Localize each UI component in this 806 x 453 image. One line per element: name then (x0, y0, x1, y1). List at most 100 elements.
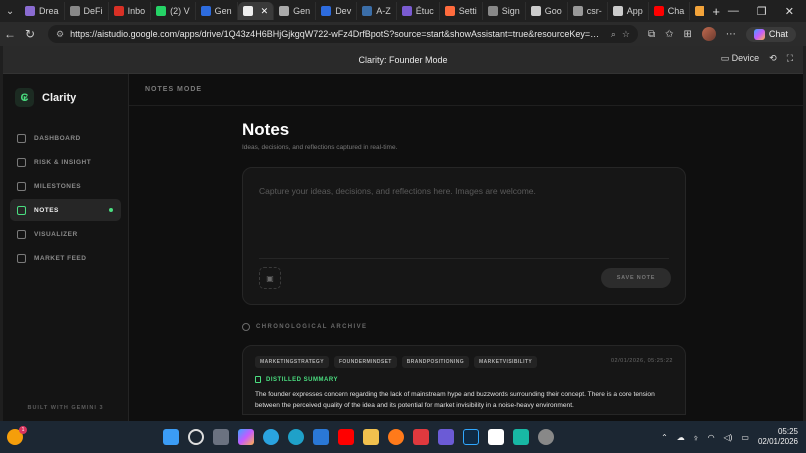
collections-icon[interactable]: ⊞ (684, 29, 692, 40)
wps-icon[interactable] (413, 429, 429, 445)
tab-favicon-icon (242, 6, 253, 16)
tab-label: Inbo (127, 6, 146, 16)
notepad-icon[interactable] (513, 429, 529, 445)
summary-label: DISTILLED SUMMARY (266, 376, 338, 383)
mic-icon[interactable]: ⍚ (694, 432, 699, 442)
browser-tab[interactable]: Étuc (397, 2, 440, 20)
sidebar-item-dashboard[interactable]: DASHBOARD (10, 127, 121, 149)
sidebar-item-milestones[interactable]: MILESTONES (10, 175, 121, 197)
note-tag: MARKETVISIBILITY (474, 356, 538, 368)
brand[interactable]: ₢ Clarity (3, 74, 128, 121)
volume-icon[interactable]: ◁) (724, 433, 733, 442)
browser-tab[interactable]: DeFi (65, 2, 109, 20)
battery-icon[interactable]: ▭ (741, 433, 749, 442)
new-tab-button[interactable]: + (704, 4, 728, 19)
tab-list-chevron-icon[interactable]: ⌄ (0, 0, 20, 22)
app-header: Clarity: Founder Mode ▭ Device ⟲ ⛶ (3, 46, 803, 74)
browser-tab[interactable]: Drea (20, 2, 65, 20)
tab-favicon-icon (362, 6, 373, 16)
vpn-icon[interactable] (438, 429, 454, 445)
back-icon[interactable]: ← (0, 27, 20, 41)
search-icon[interactable] (188, 429, 204, 445)
browser-tab[interactable]: A-Z (357, 2, 397, 20)
device-button[interactable]: ▭ Device (721, 53, 760, 64)
zoom-icon[interactable]: ⌕ (611, 29, 616, 40)
favorites-icon[interactable]: ✩ (665, 29, 673, 40)
app-header-controls: ▭ Device ⟲ ⛶ (721, 53, 793, 64)
profile-avatar[interactable] (701, 27, 716, 41)
browser-tab[interactable]: ✕ (237, 2, 275, 20)
tab-label: csr- (586, 6, 602, 16)
extensions-icon[interactable]: ⧉ (648, 29, 655, 40)
more-icon[interactable]: ⋯ (726, 29, 736, 40)
copilot-app-icon[interactable] (238, 429, 254, 445)
archive-header: CHRONOLOGICAL ARCHIVE (242, 323, 686, 331)
clock[interactable]: 05:25 02/01/2026 (758, 427, 798, 447)
brand-name: Clarity (42, 91, 77, 104)
sidebar-item-label: RISK & INSIGHT (34, 158, 92, 166)
youtube-icon[interactable] (338, 429, 354, 445)
browser-tab-strip: ⌄ Drea DeFi Inbo (2) V Gen ✕ Gen Dev A-Z Étuc Sett… (0, 0, 806, 22)
fullscreen-icon[interactable]: ⛶ (787, 53, 793, 64)
browser-tab[interactable]: Gen (196, 2, 238, 20)
tab-favicon-icon (487, 6, 498, 16)
sidebar-item-risk-insight[interactable]: RISK & INSIGHT (10, 151, 121, 173)
reload-icon[interactable]: ↻ (20, 27, 40, 41)
site-info-icon[interactable]: ⚙ (56, 29, 64, 40)
note-tag: BRANDPOSITIONING (401, 356, 470, 368)
wifi-icon[interactable]: ◠ (708, 433, 715, 442)
chrome-icon[interactable] (538, 429, 554, 445)
tray-chevron-icon[interactable]: ⌃ (661, 433, 668, 442)
summary-text: The founder expresses concern regarding … (255, 391, 655, 409)
note-tag: FOUNDERMINDSET (333, 356, 397, 368)
telegram-icon[interactable] (263, 429, 279, 445)
sidebar-nav: DASHBOARD RISK & INSIGHT MILESTONES NOTES VI… (3, 127, 128, 269)
tab-label: App (626, 6, 643, 16)
sidebar-item-visualizer[interactable]: VISUALIZER (10, 223, 121, 245)
browser-tab[interactable]: Cha (649, 2, 691, 20)
browser-tab[interactable]: Setti (440, 2, 483, 20)
bookmark-star-icon[interactable]: ☆ (622, 29, 630, 40)
browser-tab[interactable]: (2) V (151, 2, 196, 20)
refresh-icon[interactable]: ⟲ (769, 53, 777, 64)
task-view-icon[interactable] (213, 429, 229, 445)
firefox-icon[interactable] (388, 429, 404, 445)
vscode-icon[interactable] (313, 429, 329, 445)
file-explorer-icon[interactable] (363, 429, 379, 445)
tab-favicon-icon (530, 6, 541, 16)
tab-label: Dev (335, 6, 352, 16)
edge-icon[interactable] (288, 429, 304, 445)
browser-tab[interactable]: Goo (526, 2, 568, 20)
sidebar-item-notes[interactable]: NOTES (10, 199, 121, 221)
close-tab-icon[interactable]: ✕ (261, 6, 269, 17)
browser-tab[interactable]: App (608, 2, 649, 20)
attach-image-button[interactable]: ▣ (259, 267, 281, 289)
note-card[interactable]: MARKETINGSTRATEGY FOUNDERMINDSET BRANDPOSI… (242, 345, 686, 415)
note-tag: MARKETINGSTRATEGY (255, 356, 329, 368)
note-input[interactable]: Capture your ideas, decisions, and refle… (259, 186, 536, 196)
photoshop-icon[interactable] (463, 429, 479, 445)
onedrive-icon[interactable]: ☁ (677, 433, 685, 442)
browser-tab[interactable]: csr- (568, 2, 608, 20)
capcut-icon[interactable] (488, 429, 504, 445)
browser-tab[interactable]: Inbo (109, 2, 152, 20)
copilot-chat-button[interactable]: Chat (745, 26, 796, 42)
minimize-icon[interactable]: — (728, 5, 739, 18)
browser-tab[interactable]: Sign (483, 2, 526, 20)
windows-taskbar: 1 ⌃ ☁ ⍚ ◠ ◁) ▭ 05:25 02/01/2026 (0, 421, 806, 453)
sidebar-item-market-feed[interactable]: MARKET FEED (10, 247, 121, 269)
app-title: Clarity: Founder Mode (358, 54, 448, 65)
sidebar-item-label: MILESTONES (34, 182, 82, 190)
browser-tab[interactable]: Gen (274, 2, 317, 20)
tab-label: (2) V (170, 6, 190, 16)
browser-tab[interactable]: Dev (316, 2, 358, 20)
taskbar-apps (163, 429, 554, 445)
widgets[interactable]: 1 (0, 426, 30, 445)
tab-favicon-icon (444, 6, 455, 16)
restore-icon[interactable]: ❐ (757, 5, 767, 18)
url-field[interactable]: ⚙ https://aistudio.google.com/apps/drive… (48, 25, 638, 43)
browser-tab[interactable]: DeFi (690, 2, 705, 20)
start-icon[interactable] (163, 429, 179, 445)
close-window-icon[interactable]: ✕ (785, 5, 794, 18)
save-note-button[interactable]: SAVE NOTE (601, 268, 671, 288)
